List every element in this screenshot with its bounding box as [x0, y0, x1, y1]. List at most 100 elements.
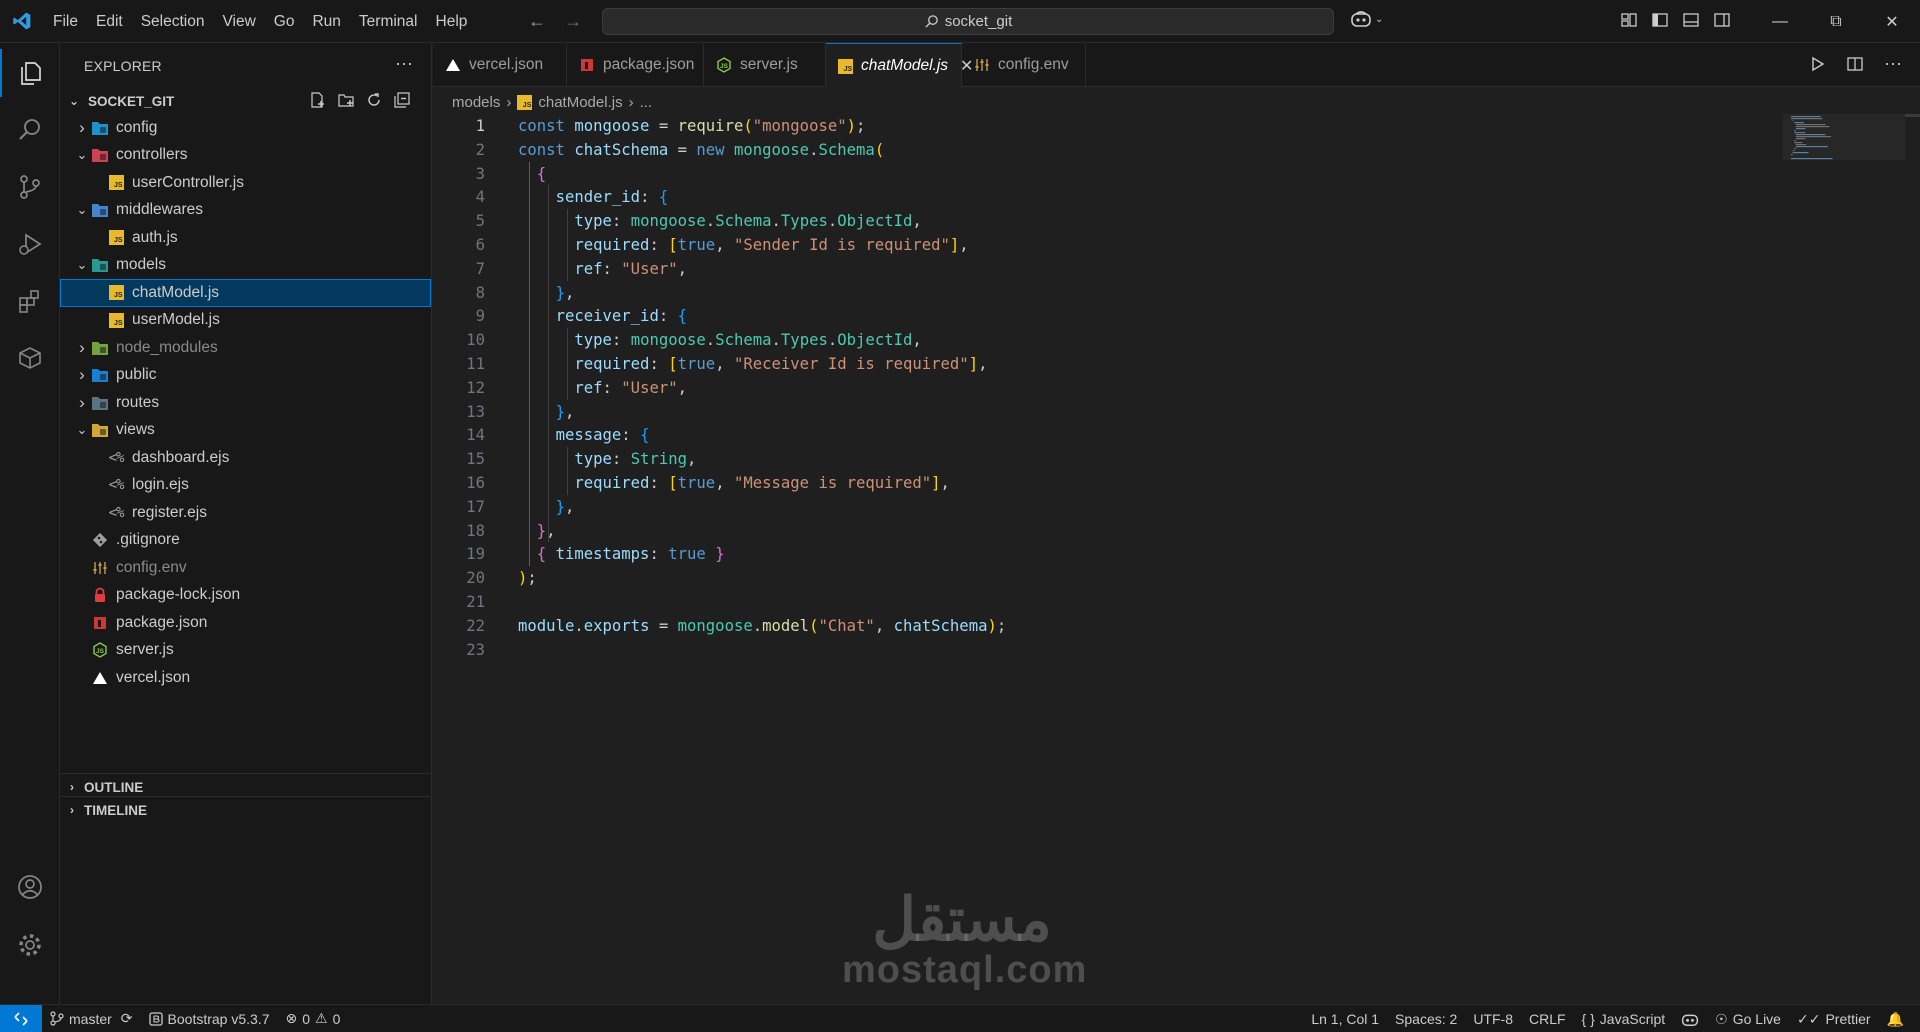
split-editor-icon[interactable] — [1846, 55, 1864, 73]
forward-arrow-icon[interactable]: → — [564, 11, 582, 32]
file-dashboard-ejs[interactable]: <% dashboard.ejs — [60, 444, 431, 472]
problems-indicator[interactable]: ⊗ 0 ⚠ 0 — [277, 1005, 348, 1032]
code-line[interactable]: 11 required: [true, "Receiver Id is requ… — [433, 352, 1733, 376]
file-auth-js[interactable]: JS auth.js — [60, 224, 431, 252]
minimize-button[interactable]: — — [1752, 0, 1808, 43]
menu-file[interactable]: File — [44, 0, 87, 43]
code-line[interactable]: 18 }, — [433, 519, 1733, 543]
menu-go[interactable]: Go — [265, 0, 304, 43]
folder-controllers[interactable]: ⌄ controllers — [60, 142, 431, 170]
remote-explorer-icon[interactable] — [0, 334, 60, 382]
code-line[interactable]: 3 { — [433, 162, 1733, 186]
branch-indicator[interactable]: master ⟳ — [42, 1005, 141, 1032]
menu-run[interactable]: Run — [303, 0, 349, 43]
editor-more-icon[interactable]: ··· — [1884, 54, 1902, 73]
restore-button[interactable]: ⧉ — [1808, 0, 1864, 43]
cursor-position[interactable]: Ln 1, Col 1 — [1303, 1005, 1387, 1032]
code-line[interactable]: 19 { timestamps: true } — [433, 542, 1733, 566]
search-view-icon[interactable] — [0, 106, 60, 154]
file-server-js[interactable]: JS server.js — [60, 637, 431, 665]
code-line[interactable]: 13 }, — [433, 400, 1733, 424]
remote-indicator-icon[interactable] — [0, 1004, 42, 1032]
breadcrumb-folder[interactable]: models — [452, 94, 500, 111]
more-actions-icon[interactable]: ··· — [395, 53, 413, 74]
code-line[interactable]: 10 type: mongoose.Schema.Types.ObjectId, — [433, 328, 1733, 352]
end-of-line[interactable]: CRLF — [1521, 1005, 1574, 1032]
source-control-icon[interactable] — [0, 163, 60, 211]
workspace-section-header[interactable]: ⌄ SOCKET_GIT — [60, 88, 431, 114]
tab-vercel-json[interactable]: vercel.json — [433, 43, 567, 87]
tab-chatmodel-js[interactable]: JS chatModel.js ✕ — [826, 43, 973, 88]
folder-config[interactable]: › config — [60, 114, 431, 142]
menu-terminal[interactable]: Terminal — [350, 0, 427, 43]
language-mode[interactable]: { } JavaScript — [1574, 1005, 1674, 1032]
back-arrow-icon[interactable]: ← — [528, 11, 546, 32]
code-line[interactable]: 1 const mongoose = require("mongoose"); — [433, 114, 1733, 138]
folder-node-modules[interactable]: › node_modules — [60, 334, 431, 362]
file-vercel-json[interactable]: vercel.json — [60, 664, 431, 692]
folder-middlewares[interactable]: ⌄ middlewares — [60, 197, 431, 225]
breadcrumb-symbol[interactable]: ... — [640, 94, 653, 111]
code-line[interactable]: 4 sender_id: { — [433, 185, 1733, 209]
code-line[interactable]: 22 module.exports = mongoose.model("Chat"… — [433, 614, 1733, 638]
code-line[interactable]: 12 ref: "User", — [433, 376, 1733, 400]
menu-selection[interactable]: Selection — [132, 0, 214, 43]
copilot-button[interactable]: ⌄ — [1350, 10, 1383, 28]
folder-public[interactable]: › public — [60, 362, 431, 390]
menu-help[interactable]: Help — [427, 0, 477, 43]
menu-edit[interactable]: Edit — [87, 0, 132, 43]
code-line[interactable]: 7 ref: "User", — [433, 257, 1733, 281]
code-line[interactable]: 8 }, — [433, 281, 1733, 305]
extensions-icon[interactable] — [0, 277, 60, 325]
folder-routes[interactable]: › routes — [60, 389, 431, 417]
minimap[interactable] — [1789, 115, 1844, 161]
code-line[interactable]: 16 required: [true, "Message is required… — [433, 471, 1733, 495]
file-gitignore[interactable]: .gitignore — [60, 527, 431, 555]
tab-config-env[interactable]: config.env — [962, 43, 1086, 87]
manage-gear-icon[interactable] — [0, 921, 60, 969]
code-line[interactable]: 9 receiver_id: { — [433, 304, 1733, 328]
code-line[interactable]: 5 type: mongoose.Schema.Types.ObjectId, — [433, 209, 1733, 233]
file-package-lock-json[interactable]: package-lock.json — [60, 582, 431, 610]
code-line[interactable]: 14 message: { — [433, 423, 1733, 447]
prettier-status[interactable]: ✓✓ Prettier — [1789, 1005, 1879, 1032]
file-register-ejs[interactable]: <% register.ejs — [60, 499, 431, 527]
collapse-all-icon[interactable] — [393, 91, 411, 109]
code-line[interactable]: 2 const chatSchema = new mongoose.Schema( — [433, 138, 1733, 162]
run-debug-icon[interactable] — [0, 220, 60, 268]
copilot-status-icon[interactable] — [1673, 1005, 1707, 1032]
tab-server-js[interactable]: JS server.js — [704, 43, 826, 87]
toggle-panel-icon[interactable] — [1682, 11, 1700, 29]
accounts-icon[interactable] — [0, 863, 60, 911]
bootstrap-extension-status[interactable]: Bootstrap v5.3.7 — [141, 1005, 278, 1032]
code-line[interactable]: 23 — [433, 638, 1733, 662]
code-line[interactable]: 21 — [433, 590, 1733, 614]
tab-package-json[interactable]: package.json — [567, 43, 704, 87]
file-chatmodel-js[interactable]: JS chatModel.js — [60, 279, 431, 307]
code-line[interactable]: 17 }, — [433, 495, 1733, 519]
notifications-bell-icon[interactable]: 🔔 — [1879, 1005, 1912, 1032]
run-file-icon[interactable] — [1808, 55, 1826, 73]
breadcrumb-file[interactable]: chatModel.js — [538, 94, 622, 111]
menu-view[interactable]: View — [213, 0, 264, 43]
file-login-ejs[interactable]: <% login.ejs — [60, 472, 431, 500]
indentation[interactable]: Spaces: 2 — [1387, 1005, 1465, 1032]
file-package-json[interactable]: package.json — [60, 609, 431, 637]
sync-icon[interactable]: ⟳ — [121, 1010, 133, 1027]
refresh-icon[interactable] — [365, 91, 383, 109]
new-file-icon[interactable] — [309, 91, 327, 109]
file-config-env[interactable]: config.env — [60, 554, 431, 582]
close-window-button[interactable]: ✕ — [1864, 0, 1920, 43]
customize-layout-icon[interactable] — [1620, 11, 1638, 29]
toggle-secondary-sidebar-icon[interactable] — [1713, 11, 1731, 29]
code-line[interactable]: 15 type: String, — [433, 447, 1733, 471]
folder-views[interactable]: ⌄ views — [60, 417, 431, 445]
new-folder-icon[interactable] — [337, 91, 355, 109]
code-line[interactable]: 20); — [433, 566, 1733, 590]
encoding[interactable]: UTF-8 — [1465, 1005, 1521, 1032]
code-editor[interactable]: 1 const mongoose = require("mongoose"); 2 c… — [433, 114, 1920, 1004]
toggle-primary-sidebar-icon[interactable] — [1651, 11, 1669, 29]
go-live-button[interactable]: ☉ Go Live — [1707, 1005, 1789, 1032]
file-usercontroller-js[interactable]: JS userController.js — [60, 169, 431, 197]
explorer-icon[interactable] — [0, 49, 60, 97]
